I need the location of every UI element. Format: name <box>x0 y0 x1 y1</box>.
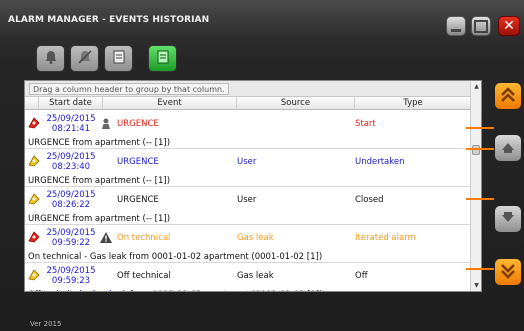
start-time: 08:23:40 <box>51 162 91 172</box>
urgence-icon <box>99 117 113 130</box>
scroll-down-arrow-icon[interactable]: ▼ <box>471 280 481 291</box>
header-icon-column[interactable] <box>25 97 39 110</box>
toolbar-button[interactable] <box>70 45 99 72</box>
document-green-icon <box>155 49 171 68</box>
scroll-top-icon <box>499 86 517 107</box>
start-time: 08:26:22 <box>51 200 91 210</box>
scroll-up-icon <box>499 138 517 159</box>
warning-triangle-icon <box>99 231 113 244</box>
start-date-cell: 25/09/2015 09:59:23 <box>39 263 103 289</box>
start-date: 25/09/2015 <box>46 228 96 238</box>
document-icon <box>111 49 127 68</box>
start-date: 25/09/2015 <box>46 114 96 124</box>
type-cell: Off <box>355 271 368 281</box>
scroll-top-button[interactable] <box>494 82 522 110</box>
start-time: 09:59:23 <box>51 276 91 286</box>
connector-line <box>466 198 494 200</box>
event-cell: URGENCE <box>117 157 159 167</box>
start-date-cell: 25/09/2015 08:21:41 <box>39 111 103 137</box>
toolbar-button[interactable] <box>36 45 65 72</box>
start-date-cell: 25/09/2015 09:59:22 <box>39 225 103 251</box>
bell-icon <box>43 49 59 68</box>
start-date: 25/09/2015 <box>46 152 96 162</box>
close-icon: ✕ <box>503 18 515 34</box>
start-time: 08:21:41 <box>51 124 91 134</box>
close-button[interactable]: ✕ <box>498 16 520 36</box>
table-row[interactable]: 25/09/2015 08:26:22 URGENCE User Closed <box>25 187 471 213</box>
type-cell: Iterated alarm <box>355 233 416 243</box>
toolbar-button[interactable] <box>104 45 133 72</box>
toolbar-button[interactable] <box>148 45 177 72</box>
description-text: URGENCE from apartment (-- [1]) <box>28 138 171 148</box>
start-date-cell: 25/09/2015 08:26:22 <box>39 187 103 213</box>
maximize-icon <box>472 17 490 35</box>
events-historian-window: ALARM MANAGER - EVENTS HISTORIAN ✕ Drag … <box>0 0 524 331</box>
description-text: On technical - <box>28 252 90 262</box>
window-title: ALARM MANAGER - EVENTS HISTORIAN <box>8 15 210 25</box>
event-cell: URGENCE <box>117 195 159 205</box>
source-cell: User <box>237 157 257 167</box>
source-cell <box>237 111 347 137</box>
description-text: URGENCE from apartment (-- [1]) <box>28 176 171 186</box>
maximize-button[interactable] <box>471 16 491 36</box>
grid-header: Start date Event Source Type <box>25 97 471 110</box>
scroll-thumb[interactable] <box>472 145 480 155</box>
table-row[interactable]: 25/09/2015 08:23:40 URGENCE User Undertaken <box>25 149 471 175</box>
scroll-down-icon <box>499 209 517 230</box>
scroll-bottom-button[interactable] <box>494 258 522 286</box>
grid-scrollbar[interactable]: ▲ ▼ <box>470 81 481 291</box>
table-row[interactable]: 25/09/2015 08:21:41 URGENCE Start <box>25 111 471 137</box>
version-label: Ver 2015 <box>30 320 62 328</box>
source-cell: Gas leak <box>237 271 274 281</box>
event-cell: Off technical <box>117 271 171 281</box>
minimize-button[interactable] <box>446 16 466 36</box>
scroll-bottom-icon <box>499 262 517 283</box>
description-text: from 0001-01-02 apartment (0001-01-02 [1… <box>127 290 323 291</box>
scroll-down-button[interactable] <box>494 205 522 233</box>
group-hint-text: Drag a column header to group by that co… <box>29 83 229 95</box>
event-description: Off technical - Gas leak from 0001-01-02… <box>25 289 471 291</box>
column-start-date[interactable]: Start date <box>39 97 103 110</box>
start-time: 09:59:22 <box>51 238 91 248</box>
events-grid: Drag a column header to group by that co… <box>24 80 482 292</box>
source-cell: Gas leak <box>237 233 274 243</box>
column-type[interactable]: Type <box>355 97 471 110</box>
column-source[interactable]: Source <box>237 97 355 110</box>
event-cell: On technical <box>117 233 171 243</box>
bell-muted-icon <box>77 49 93 68</box>
scroll-up-arrow-icon[interactable]: ▲ <box>471 81 481 92</box>
connector-line <box>466 148 494 150</box>
type-cell: Start <box>355 119 376 129</box>
connector-line <box>466 127 494 129</box>
event-cell: URGENCE <box>117 119 159 129</box>
group-by-area[interactable]: Drag a column header to group by that co… <box>25 81 471 97</box>
column-event[interactable]: Event <box>103 97 237 110</box>
type-cell: Undertaken <box>355 157 405 167</box>
table-row[interactable]: 25/09/2015 09:59:23 Off technical Gas leak O… <box>25 263 471 289</box>
description-text: Gas leak <box>90 290 127 291</box>
title-bar[interactable]: ALARM MANAGER - EVENTS HISTORIAN ✕ <box>0 0 524 40</box>
source-cell: User <box>237 195 257 205</box>
description-text: Off technical - <box>28 290 90 291</box>
start-date-cell: 25/09/2015 08:23:40 <box>39 149 103 175</box>
connector-line <box>466 268 494 270</box>
minimize-icon <box>447 17 465 35</box>
description-text: URGENCE from apartment (-- [1]) <box>28 214 171 224</box>
description-text: Gas leak from 0001-01-02 apartment (0001… <box>89 252 323 262</box>
start-date: 25/09/2015 <box>46 190 96 200</box>
start-date: 25/09/2015 <box>46 266 96 276</box>
type-cell: Closed <box>355 195 384 205</box>
scroll-up-button[interactable] <box>494 134 522 162</box>
table-row[interactable]: 25/09/2015 09:59:22 On technical Gas leak It… <box>25 225 471 251</box>
